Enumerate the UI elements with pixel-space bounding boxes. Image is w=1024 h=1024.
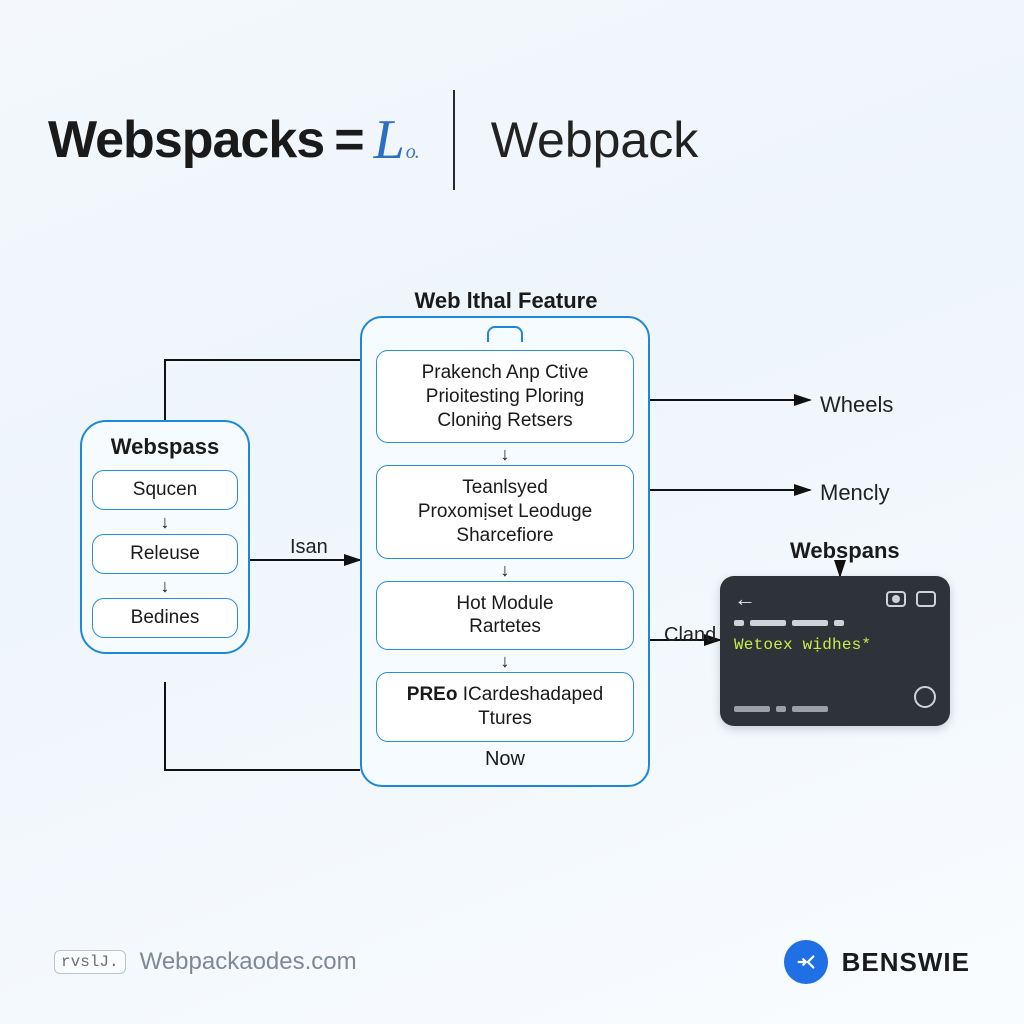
center-block-3-bold: PREo [407,684,458,705]
footer-left: rvslJ. Webpackaodes.com [54,948,357,976]
edge-label-cland: Cland [664,624,716,647]
center-group-title: Web lthal Feature [366,288,646,314]
terminal-card: ← Wetoex wịdhes* [720,576,950,726]
down-arrow-icon: ↓ [92,516,238,528]
back-arrow-icon: ← [734,588,756,610]
edge-label-isan: Isan [290,536,328,559]
terminal-progress-bars [734,620,936,626]
center-block-1-l2: Proxomịset Leoduge [385,500,625,524]
left-group-title: Webspass [92,434,238,460]
center-block-3-rest: ICardeshadaped [457,684,603,705]
center-block-2-l2: Rartetes [385,615,625,639]
brand-name: BENSWIE [842,947,970,978]
footer-right: BENSWIE [784,940,970,984]
center-block-0-l1: Prakench Anp Ctive [385,361,625,385]
logo-suffix: o. [406,141,419,163]
terminal-code-line: Wetoex wịdhes* [734,636,936,654]
down-arrow-icon: ↓ [376,563,634,577]
logo-icon: Lo. [374,108,423,172]
right-label-mencly: Mencly [820,480,890,506]
terminal-top-bar: ← [734,588,936,610]
right-subtitle: Webspans [790,538,900,564]
left-group: Webspass Squcen ↓ Releuse ↓ Bedines [80,420,250,654]
vertical-divider [453,90,455,190]
footer: rvslJ. Webpackaodes.com BENSWIE [54,940,970,984]
equals-sign: = [334,110,363,170]
logo-letter: L [374,109,404,171]
center-block-2-l1: Hot Module [385,592,625,616]
circle-icon [914,686,936,708]
left-item-2: Bedines [92,598,238,638]
left-item-1: Releuse [92,534,238,574]
center-block-0: Prakench Anp Ctive Prioitesting Ploring … [376,350,634,443]
center-block-3-l2: Ttures [385,707,625,731]
center-block-1-l3: Sharcefiore [385,524,625,548]
center-group: Prakench Anp Ctive Prioitesting Ploring … [360,316,650,787]
header-left: Webspacks = Lo. [48,108,423,172]
header: Webspacks = Lo. Webpack [48,90,976,190]
title-right: Webpack [491,111,699,169]
center-block-3: PREo ICardeshadaped Ttures [376,672,634,742]
brand-logo-icon [784,940,828,984]
window-max-icon [916,591,936,607]
center-block-1: Teanlsyed Proxomịset Leoduge Sharcefiore [376,465,634,558]
center-bottom-label: Now [376,748,634,773]
footer-site: Webpackaodes.com [140,948,357,976]
center-block-1-l1: Teanlsyed [385,476,625,500]
terminal-bottom-bars [734,706,828,712]
down-arrow-icon: ↓ [376,447,634,461]
left-item-0: Squcen [92,470,238,510]
center-block-0-l3: Cloniṅg Retsers [385,409,625,433]
footer-badge: rvslJ. [54,950,126,974]
down-arrow-icon: ↓ [376,654,634,668]
notch-icon [487,326,523,342]
window-dot-icon [886,591,906,607]
center-block-0-l2: Prioitesting Ploring [385,385,625,409]
diagram-canvas: Isan Cland Web lthal Feature Webspass Sq… [80,300,940,870]
center-block-2: Hot Module Rartetes [376,581,634,651]
right-label-wheels: Wheels [820,392,893,418]
title-left: Webspacks [48,110,324,170]
down-arrow-icon: ↓ [92,580,238,592]
